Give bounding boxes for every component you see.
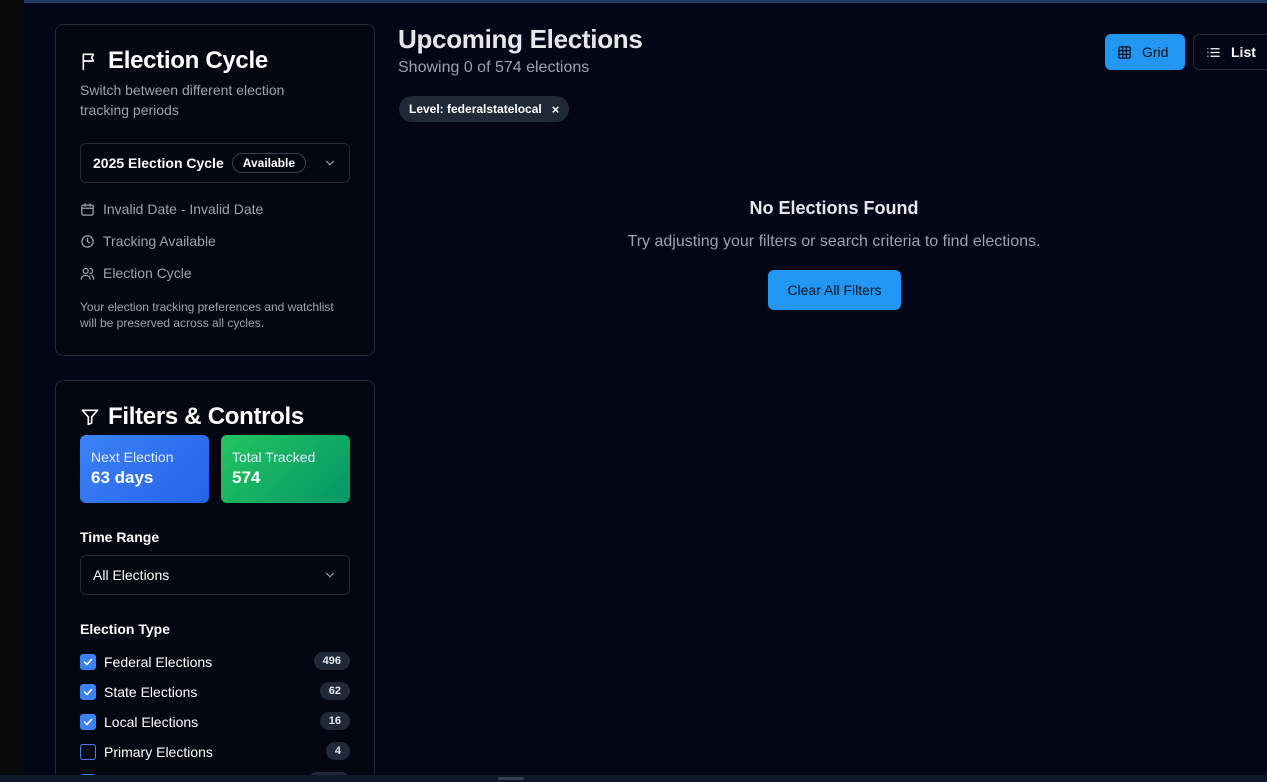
filters-controls-title: Filters & Controls: [80, 403, 304, 431]
chevron-down-icon: [325, 160, 335, 166]
election-type-local[interactable]: Local Elections 16: [80, 711, 350, 733]
total-tracked-label: Total Tracked: [232, 449, 316, 465]
election-type-label: Election Type: [80, 621, 170, 637]
federal-checkbox[interactable]: [80, 654, 96, 670]
election-cycle-title: Election Cycle: [80, 47, 268, 75]
election-cycle-title-text: Election Cycle: [108, 47, 268, 74]
list-view-label: List: [1231, 44, 1256, 60]
list-icon: [1207, 47, 1220, 57]
time-range-select[interactable]: All Elections: [80, 555, 350, 595]
local-count: 16: [319, 712, 350, 730]
cycle-label-text: Election Cycle: [103, 265, 192, 281]
cycle-tracking-status: Tracking Available: [80, 233, 216, 249]
users-icon: [80, 267, 95, 280]
total-tracked-stat: Total Tracked 574: [221, 435, 350, 503]
local-checkbox[interactable]: [80, 714, 96, 730]
filters-controls-card: Filters & Controls Next Election 63 days…: [55, 380, 375, 780]
clock-icon: [81, 234, 94, 248]
election-cycle-description: Switch between different election tracki…: [80, 82, 285, 118]
grid-icon: [1118, 45, 1131, 59]
federal-label: Federal Elections: [104, 654, 213, 670]
grid-view-button[interactable]: Grid: [1105, 34, 1185, 70]
next-election-stat: Next Election 63 days: [80, 435, 209, 503]
cycle-label-row: Election Cycle: [80, 265, 192, 281]
check-icon: [83, 688, 93, 696]
horizontal-scroll-grip[interactable]: [498, 777, 524, 780]
election-cycle-card: Election Cycle Switch between different …: [55, 24, 375, 356]
results-count: Showing 0 of 574 elections: [398, 59, 590, 76]
close-icon[interactable]: ×: [552, 102, 560, 117]
state-label: State Elections: [104, 684, 198, 700]
local-label: Local Elections: [104, 714, 199, 730]
window-top-border: [0, 0, 1267, 3]
total-tracked-value: 574: [232, 468, 261, 487]
available-badge: Available: [231, 153, 306, 173]
primary-checkbox[interactable]: [80, 744, 96, 760]
federal-count: 496: [313, 652, 350, 670]
filter-icon: [81, 409, 99, 426]
time-range-label: Time Range: [80, 529, 160, 545]
next-election-label: Next Election: [91, 449, 174, 465]
cycle-preservation-note: Your election tracking preferences and w…: [80, 300, 334, 330]
filters-controls-title-text: Filters & Controls: [108, 403, 304, 430]
next-election-value: 63 days: [91, 468, 154, 487]
election-type-state[interactable]: State Elections 62: [80, 681, 350, 703]
check-icon: [83, 718, 93, 726]
clear-all-filters-button[interactable]: Clear All Filters: [768, 270, 901, 310]
flag-icon: [82, 53, 95, 71]
chevron-down-icon: [325, 572, 335, 578]
election-cycle-select[interactable]: 2025 Election Cycle Available: [80, 143, 350, 183]
election-type-primary[interactable]: Primary Elections 4: [80, 741, 350, 763]
check-icon: [83, 658, 93, 666]
primary-label: Primary Elections: [104, 744, 213, 760]
active-filter-chip[interactable]: Level: federalstatelocal ×: [399, 96, 570, 122]
cycle-date-range-text: Invalid Date - Invalid Date: [103, 201, 264, 217]
time-range-select-value: All Elections: [93, 567, 170, 583]
calendar-icon: [81, 202, 94, 216]
state-count: 62: [319, 682, 350, 700]
empty-state-description: Try adjusting your filters or search cri…: [627, 233, 1041, 250]
list-view-button[interactable]: List: [1193, 34, 1267, 70]
election-type-federal[interactable]: Federal Elections 496: [80, 651, 350, 673]
cycle-tracking-status-text: Tracking Available: [103, 233, 216, 249]
cycle-date-range: Invalid Date - Invalid Date: [80, 201, 263, 217]
empty-state-title: No Elections Found: [749, 198, 919, 218]
primary-count: 4: [325, 742, 350, 760]
left-edge-strip: [0, 0, 24, 782]
grid-view-label: Grid: [1142, 44, 1169, 60]
active-filter-chip-label: Level: federalstatelocal: [409, 102, 542, 116]
state-checkbox[interactable]: [80, 684, 96, 700]
window-bottom-bar: [0, 775, 1267, 782]
page-title: Upcoming Elections: [398, 24, 643, 54]
election-cycle-select-value: 2025 Election Cycle: [93, 155, 224, 171]
